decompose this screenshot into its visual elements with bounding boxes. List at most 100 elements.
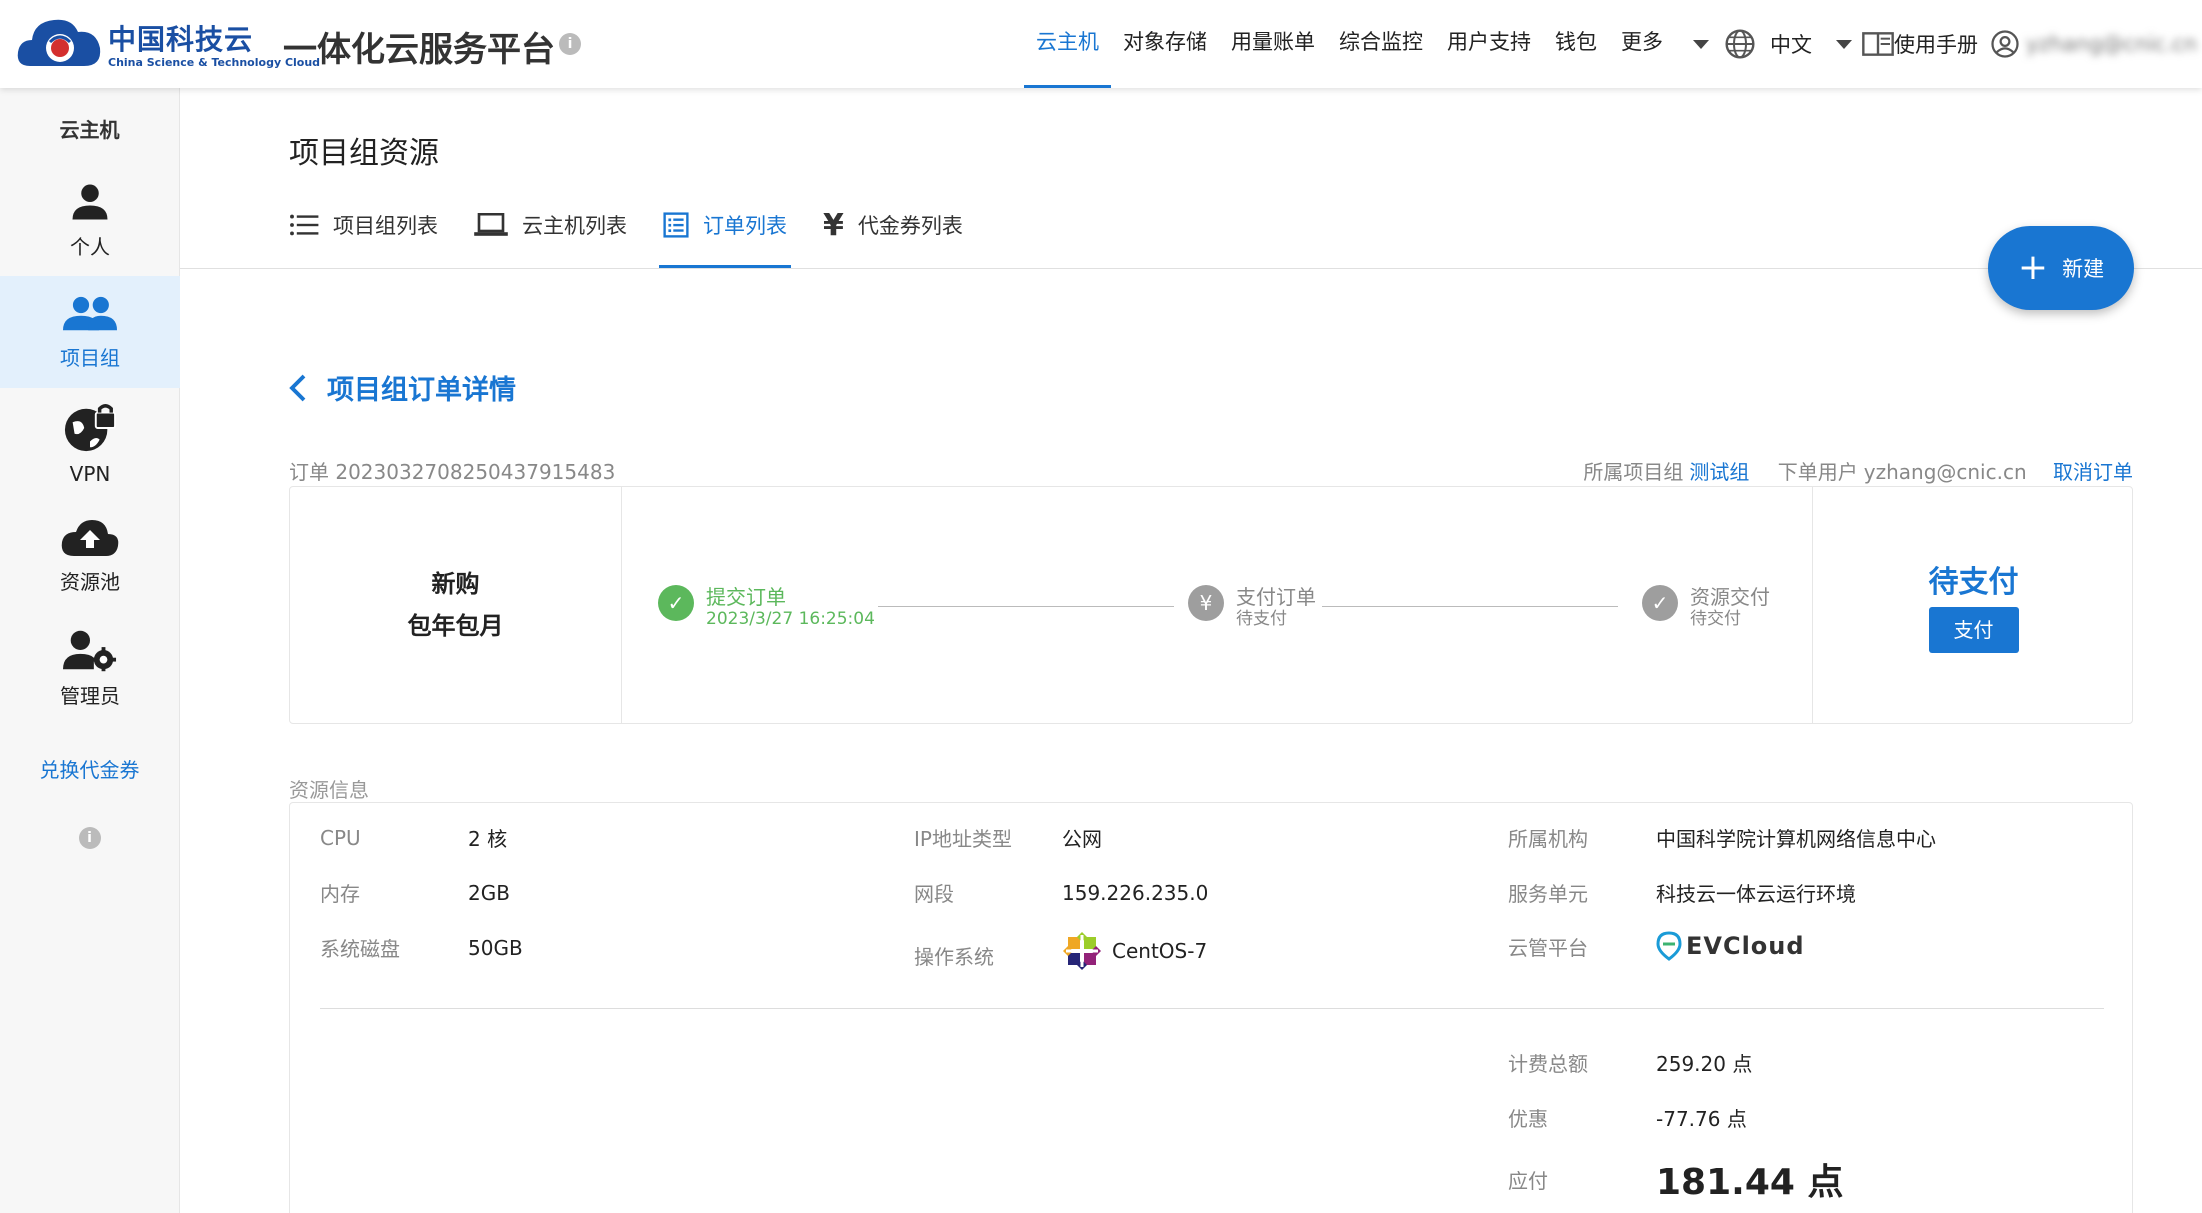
kv-value: 中国科学院计算机网络信息中心 [1656,827,1936,851]
step-title: 资源交付 [1690,585,1770,609]
kv-key: 所属机构 [1508,827,1588,851]
pay-button[interactable]: 支付 [1928,607,2019,653]
kv-key: 操作系统 [914,944,994,969]
kv-os: 操作系统 CentOS-7 [914,931,1207,971]
sidebar-item-resource-pool[interactable]: 资源池 [0,500,180,612]
kv-key: 系统磁盘 [320,937,400,961]
step-sub: 2023/3/27 16:25:04 [706,609,875,629]
kv-key: 服务单元 [1508,882,1588,906]
kv-key: 云管平台 [1508,935,1588,960]
tab-group-list[interactable]: 项目组列表 [289,196,438,268]
yen-icon: ¥ [823,207,844,243]
nav-cloud-host[interactable]: 云主机 [1024,0,1111,88]
step-title: 支付订单 [1236,585,1316,609]
check-circle-icon: ✓ [1642,585,1678,621]
nav-wallet[interactable]: 钱包 [1543,0,1609,88]
step-submit: ✓ 提交订单 2023/3/27 16:25:04 [658,585,875,629]
sidebar-item-group[interactable]: 项目组 [0,276,180,388]
sidebar-info-icon[interactable]: i [78,827,101,849]
order-id-value: 2023032708250437915483 [335,460,616,484]
info-icon[interactable]: i [559,33,581,55]
tabs-divider [180,268,2202,269]
kv-value: 2 核 [468,827,508,851]
tab-label: 代金券列表 [857,214,963,238]
nav-object-storage[interactable]: 对象存储 [1111,0,1219,88]
language-switcher[interactable]: 中文 [1724,0,1852,88]
account-icon [1991,30,2019,58]
book-icon [1862,32,1894,56]
sidebar-item-label: 资源池 [60,569,120,594]
sidebar-item-label: 项目组 [60,345,120,370]
tab-host-list[interactable]: 云主机列表 [474,196,627,268]
centos-logo-icon [1063,932,1101,970]
vpn-icon [64,404,117,452]
person-icon [72,184,108,219]
step-pay: ¥ 支付订单 待支付 [1188,585,1316,629]
new-button[interactable]: + 新建 [1988,226,2134,310]
order-type-line1: 新购 [431,570,480,598]
redeem-voucher-link[interactable]: 兑换代金券 [0,754,179,783]
yen-circle-icon: ¥ [1188,585,1224,621]
sidebar-item-admin[interactable]: 管理员 [0,612,180,724]
tab-order-list[interactable]: 订单列表 [659,196,791,268]
step-connector [1322,606,1618,607]
check-icon: ✓ [658,585,694,621]
kv-value: 科技云一体云运行环境 [1656,882,1856,906]
group-link[interactable]: 测试组 [1689,460,1749,484]
nav-support[interactable]: 用户支持 [1435,0,1543,88]
kv-key: IP地址类型 [914,827,1012,851]
sidebar-item-personal[interactable]: 个人 [0,164,180,276]
kv-value: 50GB [468,935,523,960]
user-label: 下单用户 [1777,460,1858,484]
nav-usage-bill[interactable]: 用量账单 [1219,0,1327,88]
sidebar: 云主机 个人 项目组 VPN 资源池 管理员 兑换代金券 i [0,88,180,1213]
step-sub: 待支付 [1236,609,1287,629]
list-icon [290,214,319,236]
sidebar-item-vpn[interactable]: VPN [0,388,180,500]
logo-cloud-icon [16,10,104,76]
user-email: yzhang@cnic.cn [2026,32,2198,56]
step-sub: 待交付 [1690,609,1741,629]
more-dropdown-icon[interactable] [1693,39,1709,49]
manual-label: 使用手册 [1894,33,1978,57]
kv-value: EVCloud [1686,932,1805,960]
group-icon [63,296,117,330]
kv-cloud-platform: 云管平台 EVCloud [1508,931,1805,961]
manual-link[interactable]: 使用手册 [1862,0,1978,88]
cloud-upload-icon [61,519,119,556]
logo[interactable]: 中国科技云 China Science & Technology Cloud [16,10,320,76]
kv-value: 2GB [468,880,510,905]
kv-key: 应付 [1508,1168,1548,1193]
main-nav: 云主机 对象存储 用量账单 综合监控 用户支持 钱包 更多 [1024,0,1709,88]
sidebar-item-label: VPN [69,462,111,486]
order-list-icon [663,212,689,238]
tab-label: 项目组列表 [333,214,438,238]
kv-ip-type: IP地址类型 公网 [914,823,1102,852]
order-detail-title: 项目组订单详情 [327,375,516,406]
back-link[interactable]: 项目组订单详情 [289,368,516,407]
tab-label: 订单列表 [703,214,787,238]
kv-service-unit: 服务单元 科技云一体云运行环境 [1508,878,1856,907]
user-menu[interactable]: yzhang@cnic.cn [1990,0,2202,88]
nav-monitoring[interactable]: 综合监控 [1327,0,1435,88]
admin-icon [63,630,117,671]
nav-more[interactable]: 更多 [1609,0,1675,88]
tab-label: 云主机列表 [522,214,627,238]
kv-cpu: CPU 2 核 [320,823,507,852]
resource-divider [320,1008,2104,1009]
step-deliver: ✓ 资源交付 待交付 [1642,585,1770,629]
new-button-label: 新建 [2062,257,2105,281]
kv-subnet: 网段 159.226.235.0 [914,878,1208,907]
order-id: 订单 2023032708250437915483 [289,456,615,485]
tab-voucher-list[interactable]: ¥ 代金券列表 [823,196,963,268]
order-card: 新购 包年包月 ✓ 提交订单 2023/3/27 16:25:04 ¥ 支付订单… [289,486,2133,724]
kv-payable: 应付 181.44 点 [1508,1153,1843,1205]
cancel-order-button[interactable]: 取消订单 [2053,460,2133,484]
top-header: 中国科技云 China Science & Technology Cloud 一… [0,0,2202,88]
chevron-left-icon [289,374,306,401]
kv-value: 259.20 点 [1656,1052,1753,1076]
sidebar-item-label: 个人 [70,234,110,259]
payable-amount: 181.44 点 [1656,1162,1844,1203]
status-text: 待支付 [1928,565,2019,600]
resource-card: CPU 2 核 内存 2GB 系统磁盘 50GB IP地址类型 公网 网段 159.226… [289,802,2133,1213]
